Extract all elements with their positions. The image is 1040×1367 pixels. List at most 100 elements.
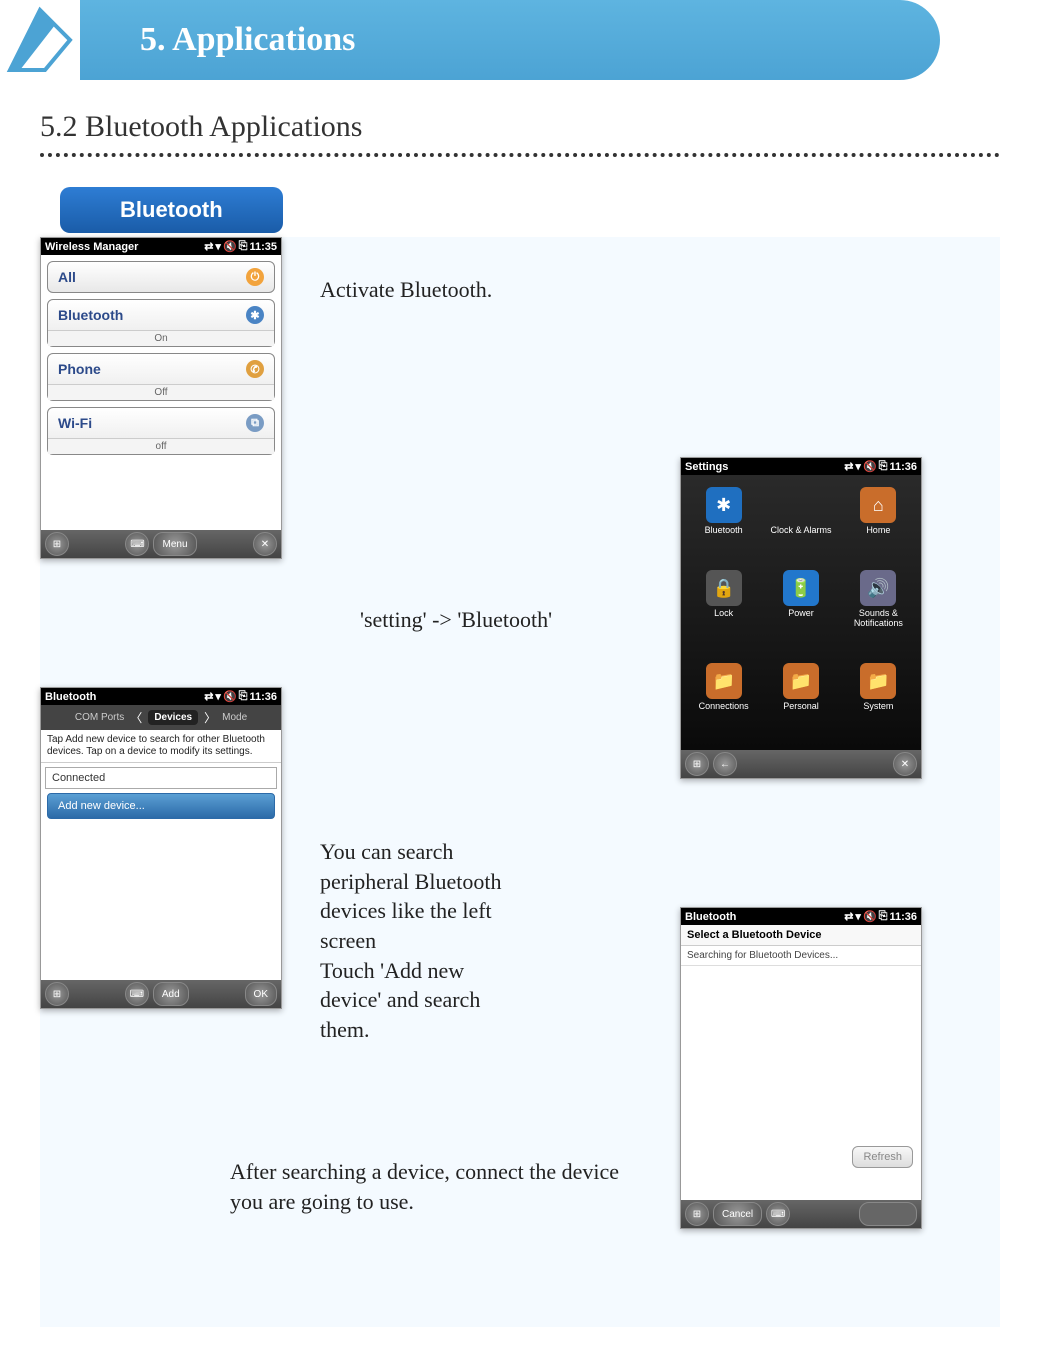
- text-search-2: Touch 'Add new device' and search them.: [320, 958, 480, 1042]
- sync-icon: ⇄: [204, 690, 213, 703]
- text-activate: Activate Bluetooth.: [320, 277, 492, 303]
- signal-icon: ▾: [215, 240, 221, 253]
- wm-phone-label: Phone: [58, 361, 101, 377]
- next-button[interactable]: [859, 1202, 917, 1226]
- sel-title: Bluetooth: [685, 911, 736, 923]
- wm-wifi-label: Wi-Fi: [58, 415, 92, 431]
- power-icon: ⏻: [246, 268, 264, 286]
- tile-lock[interactable]: 🔒Lock: [685, 566, 762, 659]
- network-icon: ⎘: [879, 460, 888, 473]
- wm-bt-status: On: [48, 330, 274, 346]
- sel-statusbar: Bluetooth ⇄ ▾ 🔇 ⎘ 11:36: [681, 908, 921, 925]
- chapter-header: 5. Applications: [0, 0, 940, 80]
- tile-bluetooth[interactable]: ✱Bluetooth: [685, 483, 762, 566]
- settings-statusbar: Settings ⇄ ▾ 🔇 ⎘ 11:36: [681, 458, 921, 475]
- settings-time: 11:36: [889, 461, 917, 473]
- signal-icon: ▾: [855, 460, 861, 473]
- wm-row-phone[interactable]: Phone ✆ Off: [47, 353, 275, 401]
- network-icon: ⎘: [879, 910, 888, 923]
- text-search-1: You can search peripheral Bluetooth devi…: [320, 839, 501, 953]
- wm-bt-label: Bluetooth: [58, 307, 123, 323]
- start-button[interactable]: ⊞: [685, 1202, 709, 1226]
- start-button[interactable]: ⊞: [685, 752, 709, 776]
- volume-icon: 🔇: [863, 460, 877, 473]
- chevron-right-icon[interactable]: 〉: [204, 709, 216, 726]
- tile-system[interactable]: 📁System: [840, 659, 917, 742]
- screenshot-settings: Settings ⇄ ▾ 🔇 ⎘ 11:36 ✱Bluetooth Clock …: [680, 457, 922, 779]
- wm-row-all[interactable]: All ⏻: [47, 261, 275, 293]
- searching-text: Searching for Bluetooth Devices...: [681, 946, 921, 966]
- menu-button[interactable]: Menu: [153, 532, 196, 556]
- add-button[interactable]: Add: [153, 982, 189, 1006]
- volume-icon: 🔇: [223, 240, 237, 253]
- close-button[interactable]: ✕: [893, 752, 917, 776]
- select-device-header: Select a Bluetooth Device: [681, 925, 921, 946]
- settings-status-icons: ⇄ ▾ 🔇 ⎘ 11:36: [844, 460, 917, 473]
- tile-clock-label: Clock & Alarms: [762, 483, 839, 566]
- tile-connections[interactable]: 📁Connections: [685, 659, 762, 742]
- wm-statusbar: Wireless Manager ⇄ ▾ 🔇 ⎘ 11:35: [41, 238, 281, 255]
- signal-icon: ▾: [855, 910, 861, 923]
- add-new-device-button[interactable]: Add new device...: [47, 793, 275, 819]
- bt-instructions: Tap Add new device to search for other B…: [41, 730, 281, 763]
- keyboard-button[interactable]: ⌨: [125, 532, 149, 556]
- tile-power[interactable]: 🔋Power: [762, 566, 839, 659]
- wm-row-wifi[interactable]: Wi-Fi ⧉ off: [47, 407, 275, 455]
- screenshot-wireless-manager: Wireless Manager ⇄ ▾ 🔇 ⎘ 11:35 All ⏻ Blue…: [40, 237, 282, 559]
- settings-title: Settings: [685, 461, 728, 473]
- cancel-button[interactable]: Cancel: [713, 1202, 762, 1226]
- bt-statusbar: Bluetooth ⇄ ▾ 🔇 ⎘ 11:36: [41, 688, 281, 705]
- sync-icon: ⇄: [204, 240, 213, 253]
- header-logo-icon: [0, 0, 80, 80]
- start-button[interactable]: ⊞: [45, 982, 69, 1006]
- tile-home[interactable]: ⌂Home: [840, 483, 917, 566]
- tab-devices[interactable]: Devices: [148, 710, 198, 725]
- bt-connected-label: Connected: [45, 767, 277, 789]
- wm-title: Wireless Manager: [45, 241, 138, 253]
- screenshot-select-device: Bluetooth ⇄ ▾ 🔇 ⎘ 11:36 Select a Bluetoo…: [680, 907, 922, 1229]
- sel-time: 11:36: [889, 911, 917, 923]
- keyboard-button[interactable]: ⌨: [766, 1202, 790, 1226]
- sync-icon: ⇄: [844, 460, 853, 473]
- speaker-icon: 🔊: [860, 570, 896, 606]
- battery-icon: 🔋: [783, 570, 819, 606]
- folder-icon: 📁: [860, 663, 896, 699]
- network-icon: ⎘: [239, 240, 248, 253]
- tab-comports[interactable]: COM Ports: [75, 712, 124, 723]
- bt-tabs: COM Ports 〈 Devices 〉 Mode: [41, 705, 281, 730]
- signal-icon: ▾: [215, 690, 221, 703]
- wifi-icon: ⧉: [246, 414, 264, 432]
- network-icon: ⎘: [239, 690, 248, 703]
- keyboard-button[interactable]: ⌨: [125, 982, 149, 1006]
- wm-wifi-status: off: [48, 438, 274, 454]
- ok-button[interactable]: OK: [245, 982, 277, 1006]
- screenshot-bt-devices: Bluetooth ⇄ ▾ 🔇 ⎘ 11:36 COM Ports 〈 Devi…: [40, 687, 282, 1009]
- bluetooth-icon: ✱: [706, 487, 742, 523]
- back-button[interactable]: ←: [713, 752, 737, 776]
- volume-icon: 🔇: [223, 690, 237, 703]
- close-button[interactable]: ✕: [253, 532, 277, 556]
- wm-phone-status: Off: [48, 384, 274, 400]
- wm-row-bluetooth[interactable]: Bluetooth✱ On: [47, 299, 275, 347]
- text-path: 'setting' -> 'Bluetooth': [360, 607, 552, 633]
- refresh-button[interactable]: Refresh: [852, 1146, 913, 1168]
- sel-status-icons: ⇄ ▾ 🔇 ⎘ 11:36: [844, 910, 917, 923]
- wm-time: 11:35: [249, 241, 277, 253]
- folder-icon: 📁: [706, 663, 742, 699]
- tile-sounds[interactable]: 🔊Sounds & Notifications: [840, 566, 917, 659]
- text-search-intro: You can search peripheral Bluetooth devi…: [320, 837, 530, 1045]
- tile-personal[interactable]: 📁Personal: [762, 659, 839, 742]
- chevron-left-icon[interactable]: 〈: [130, 709, 142, 726]
- home-icon: ⌂: [860, 487, 896, 523]
- phone-icon: ✆: [246, 360, 264, 378]
- dotted-divider: [40, 152, 1000, 157]
- tab-mode[interactable]: Mode: [222, 712, 247, 723]
- text-after-search: After searching a device, connect the de…: [230, 1157, 650, 1216]
- wm-status-icons: ⇄ ▾ 🔇 ⎘ 11:35: [204, 240, 277, 253]
- start-button[interactable]: ⊞: [45, 532, 69, 556]
- bt-status-icons: ⇄ ▾ 🔇 ⎘ 11:36: [204, 690, 277, 703]
- folder-icon: 📁: [783, 663, 819, 699]
- wm-all-label: All: [58, 269, 76, 285]
- volume-icon: 🔇: [863, 910, 877, 923]
- chapter-title: 5. Applications: [140, 21, 355, 59]
